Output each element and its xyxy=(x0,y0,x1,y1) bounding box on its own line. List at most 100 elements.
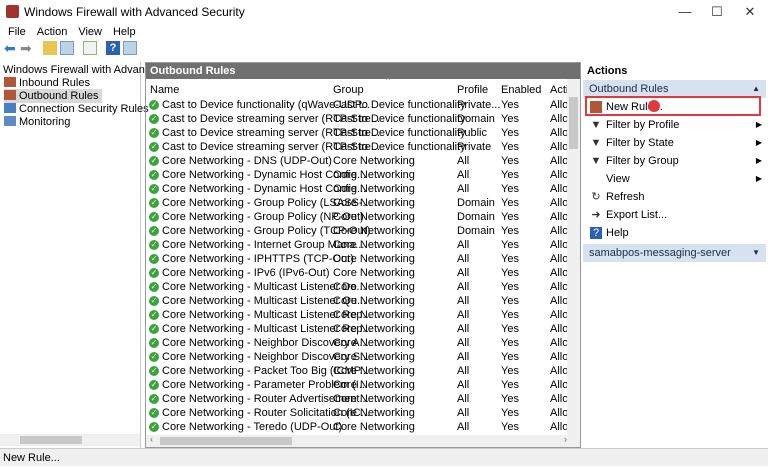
filter-icon: ▼ xyxy=(590,137,602,149)
tree-item-inbound-rules[interactable]: Inbound Rules xyxy=(4,76,90,90)
action-help[interactable]: ? Help xyxy=(586,224,766,242)
close-button[interactable]: ✕ xyxy=(735,0,765,24)
cell-profile: Domain xyxy=(457,197,495,209)
table-row[interactable]: ✓ Cast to Device streaming server (RTP-St… xyxy=(146,126,568,140)
show-hide-action-pane-icon[interactable] xyxy=(123,41,137,55)
column-header-enabled[interactable]: Enabled xyxy=(501,83,541,97)
cell-action: Allo xyxy=(550,393,569,405)
cell-action: Allo xyxy=(550,169,569,181)
table-row[interactable]: ✓ Core Networking - Group Policy (LSASS-.… xyxy=(146,196,568,210)
table-row[interactable]: ✓ Core Networking - Multicast Listener Re… xyxy=(146,322,568,336)
table-row[interactable]: ✓ Core Networking - Group Policy (TCP-Out… xyxy=(146,224,568,238)
export-list-icon[interactable] xyxy=(83,41,97,55)
vertical-scrollbar[interactable] xyxy=(567,79,580,435)
cell-action: Allo xyxy=(550,197,569,209)
cell-group: Core Networking xyxy=(333,183,415,195)
action-filter-by-group[interactable]: ▼ Filter by Group ▶ xyxy=(586,152,766,170)
enabled-check-icon: ✓ xyxy=(149,198,159,208)
cell-group: Core Networking xyxy=(333,337,415,349)
cell-group: Core Networking xyxy=(333,421,415,433)
tree-item-monitoring[interactable]: Monitoring xyxy=(4,115,70,129)
table-row[interactable]: ✓ Cast to Device streaming server (RTP-St… xyxy=(146,112,568,126)
inbound-rules-icon xyxy=(4,77,16,87)
scroll-thumb[interactable] xyxy=(569,97,578,149)
show-hide-tree-icon[interactable] xyxy=(60,41,74,55)
table-row[interactable]: ✓ Core Networking - Internet Group Mana..… xyxy=(146,238,568,252)
filter-icon: ▼ xyxy=(590,119,602,131)
cell-enabled: Yes xyxy=(501,169,519,181)
cell-profile: All xyxy=(457,379,470,391)
horizontal-scrollbar[interactable]: ‹ › xyxy=(146,434,580,447)
submenu-arrow-icon: ▶ xyxy=(755,174,762,183)
column-header-group[interactable]: Group xyxy=(333,83,364,97)
maximize-button[interactable]: ☐ xyxy=(702,0,732,24)
back-arrow-icon[interactable]: ⬅ xyxy=(4,41,18,55)
cell-enabled: Yes xyxy=(501,183,519,195)
menu-help[interactable]: Help xyxy=(113,24,136,40)
column-header-profile[interactable]: Profile xyxy=(457,83,488,97)
table-row[interactable]: ✓ Core Networking - Parameter Problem (I.… xyxy=(146,378,568,392)
scroll-left-icon[interactable]: ‹ xyxy=(150,434,153,444)
table-row[interactable]: ✓ Cast to Device functionality (qWave-UDP… xyxy=(146,98,568,112)
cell-group: Core Networking xyxy=(333,197,415,209)
action-label: Filter by Group xyxy=(606,155,679,167)
action-export-list[interactable]: ➜ Export List... xyxy=(586,206,766,224)
menu-file[interactable]: File xyxy=(8,24,26,40)
action-label: Help xyxy=(606,227,629,239)
cell-group: Core Networking xyxy=(333,155,415,167)
menu-view[interactable]: View xyxy=(78,24,102,40)
action-view[interactable]: View ▶ xyxy=(586,170,766,188)
up-folder-icon[interactable] xyxy=(43,41,57,55)
tree-label: Connection Security Rules xyxy=(19,103,149,115)
table-row[interactable]: ✓ Core Networking - Multicast Listener Qu… xyxy=(146,294,568,308)
click-indicator xyxy=(648,100,660,112)
help-icon[interactable]: ? xyxy=(106,41,120,55)
cell-action: Allo xyxy=(550,309,569,321)
table-row[interactable]: ✓ Core Networking - Dynamic Host Config..… xyxy=(146,168,568,182)
table-row[interactable]: ✓ Core Networking - Teredo (UDP-Out) Core … xyxy=(146,420,568,434)
cell-action: Allo xyxy=(550,323,569,335)
table-row[interactable]: ✓ Core Networking - IPv6 (IPv6-Out) Core N… xyxy=(146,266,568,280)
actions-pane: Actions Outbound Rules ▲ New Rule... ▼ Filt… xyxy=(583,62,768,448)
expand-icon[interactable]: ▼ xyxy=(752,244,760,262)
enabled-check-icon: ✓ xyxy=(149,366,159,376)
column-header-action[interactable]: Acti xyxy=(550,83,568,97)
table-row[interactable]: ✓ Core Networking - Multicast Listener Re… xyxy=(146,308,568,322)
cell-enabled: Yes xyxy=(501,365,519,377)
action-filter-by-profile[interactable]: ▼ Filter by Profile ▶ xyxy=(586,116,766,134)
table-row[interactable]: ✓ Core Networking - Router Advertisement.… xyxy=(146,392,568,406)
scroll-right-icon[interactable]: › xyxy=(564,434,567,444)
tree-item-connection-security-rules[interactable]: Connection Security Rules xyxy=(4,102,149,116)
action-filter-by-state[interactable]: ▼ Filter by State ▶ xyxy=(586,134,766,152)
table-row[interactable]: ✓ Core Networking - Neighbor Discovery A.… xyxy=(146,336,568,350)
tree-horizontal-scrollbar[interactable] xyxy=(0,434,140,446)
cell-enabled: Yes xyxy=(501,127,519,139)
table-row[interactable]: ✓ Core Networking - IPHTTPS (TCP-Out) Core… xyxy=(146,252,568,266)
table-row[interactable]: ✓ Cast to Device streaming server (RTP-St… xyxy=(146,140,568,154)
cell-enabled: Yes xyxy=(501,323,519,335)
table-row[interactable]: ✓ Core Networking - Packet Too Big (ICMP.… xyxy=(146,364,568,378)
cell-enabled: Yes xyxy=(501,225,519,237)
table-row[interactable]: ✓ Core Networking - DNS (UDP-Out) Core Net… xyxy=(146,154,568,168)
forward-arrow-icon[interactable]: ➡ xyxy=(20,41,34,55)
action-refresh[interactable]: ↻ Refresh xyxy=(586,188,766,206)
cell-profile: All xyxy=(457,421,470,433)
scroll-thumb[interactable] xyxy=(160,437,292,445)
table-row[interactable]: ✓ Core Networking - Multicast Listener Do… xyxy=(146,280,568,294)
actions-section-selected-rule[interactable]: samabpos-messaging-server ▼ xyxy=(583,244,766,262)
menu-action[interactable]: Action xyxy=(37,24,68,40)
minimize-button[interactable]: — xyxy=(670,0,700,24)
enabled-check-icon: ✓ xyxy=(149,170,159,180)
table-row[interactable]: ✓ Core Networking - Group Policy (NP-Out)… xyxy=(146,210,568,224)
tree-label: Outbound Rules xyxy=(19,90,99,102)
table-row[interactable]: ✓ Core Networking - Neighbor Discovery S.… xyxy=(146,350,568,364)
cell-group: Core Networking xyxy=(333,365,415,377)
enabled-check-icon: ✓ xyxy=(149,338,159,348)
tree-item-outbound-rules[interactable]: Outbound Rules xyxy=(4,89,102,103)
table-row[interactable]: ✓ Core Networking - Dynamic Host Config..… xyxy=(146,182,568,196)
cell-group: Core Networking xyxy=(333,239,415,251)
actions-header: Actions xyxy=(587,65,628,77)
cell-enabled: Yes xyxy=(501,379,519,391)
column-header-name[interactable]: Name xyxy=(150,83,179,97)
table-row[interactable]: ✓ Core Networking - Router Solicitation (… xyxy=(146,406,568,420)
